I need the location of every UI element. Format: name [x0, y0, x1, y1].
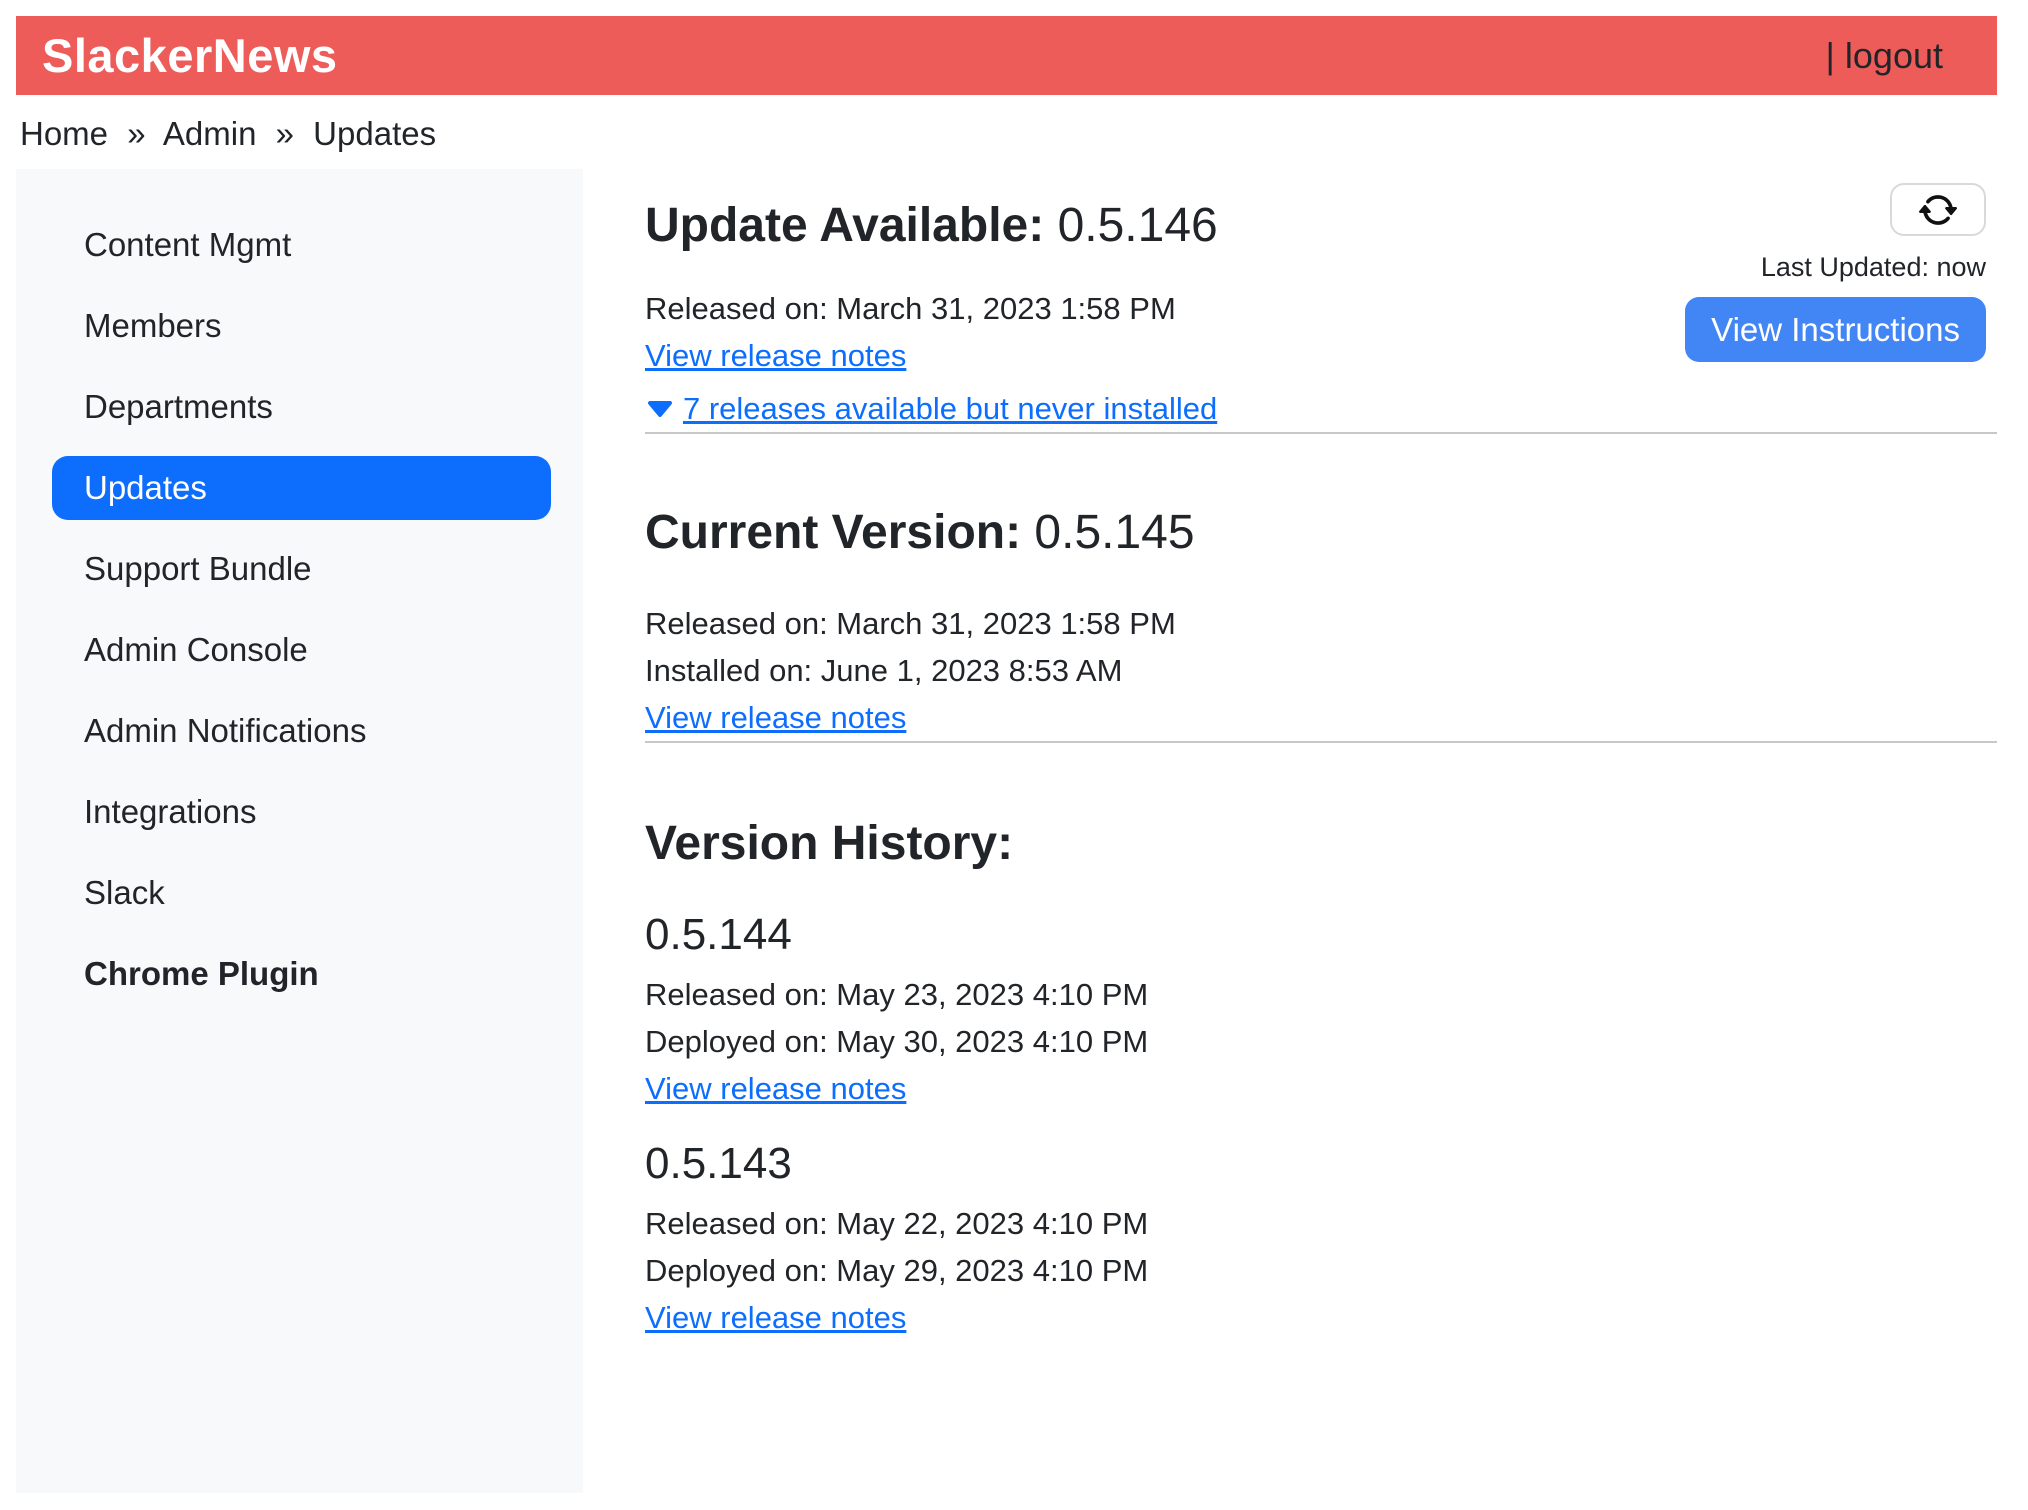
divider [645, 432, 1997, 434]
top-bar: SlackerNews | logout [16, 16, 1997, 95]
refresh-button[interactable] [1890, 183, 1986, 236]
current-version-number: 0.5.145 [1034, 506, 1194, 559]
logout-link[interactable]: | logout [1826, 35, 1943, 77]
history-released-on: Released on: May 23, 2023 4:10 PM [645, 971, 1997, 1018]
releases-toggle-link[interactable]: 7 releases available but never installed [683, 385, 1217, 432]
sidebar-item-updates[interactable]: Updates [52, 456, 551, 520]
current-installed-on: Installed on: June 1, 2023 8:53 AM [645, 647, 1997, 694]
brand-title[interactable]: SlackerNews [42, 28, 338, 83]
version-history-section: Version History: 0.5.144 Released on: Ma… [645, 815, 1997, 1381]
history-released-on: Released on: May 22, 2023 4:10 PM [645, 1200, 1997, 1247]
sidebar-item-admin-console[interactable]: Admin Console [52, 618, 551, 682]
update-available-info: Update Available: 0.5.146 Released on: M… [645, 197, 1218, 432]
update-available-version: 0.5.146 [1058, 199, 1218, 252]
breadcrumb-separator: » [276, 115, 294, 152]
sidebar-item-integrations[interactable]: Integrations [52, 780, 551, 844]
history-deployed-on: Deployed on: May 29, 2023 4:10 PM [645, 1247, 1997, 1294]
main-content: Update Available: 0.5.146 Released on: M… [645, 169, 1997, 1381]
history-deployed-on: Deployed on: May 30, 2023 4:10 PM [645, 1018, 1997, 1065]
page: SlackerNews | logout Home » Admin » Upda… [0, 0, 2028, 1493]
sidebar: Content Mgmt Members Departments Updates… [16, 169, 583, 1493]
update-tools: Last Updated: now View Instructions [1685, 183, 1997, 362]
sidebar-item-departments[interactable]: Departments [52, 375, 551, 439]
sidebar-item-chrome-plugin[interactable]: Chrome Plugin [52, 942, 551, 1006]
current-version-section: Current Version: 0.5.145 Released on: Ma… [645, 504, 1997, 741]
sidebar-item-admin-notifications[interactable]: Admin Notifications [52, 699, 551, 763]
update-released-on: Released on: March 31, 2023 1:58 PM [645, 285, 1218, 332]
divider [645, 741, 1997, 743]
history-version-number: 0.5.144 [645, 907, 1997, 963]
breadcrumb-home[interactable]: Home [20, 115, 108, 152]
sidebar-item-content-mgmt[interactable]: Content Mgmt [52, 213, 551, 277]
current-released-on: Released on: March 31, 2023 1:58 PM [645, 600, 1997, 647]
history-release-notes-link[interactable]: View release notes [645, 1071, 906, 1106]
last-updated-label: Last Updated: now [1761, 252, 1986, 283]
history-version-number: 0.5.143 [645, 1136, 1997, 1192]
breadcrumb-separator: » [127, 115, 145, 152]
chevron-down-icon[interactable] [645, 396, 675, 422]
update-release-notes-link[interactable]: View release notes [645, 338, 906, 373]
version-history-entry: 0.5.144 Released on: May 23, 2023 4:10 P… [645, 907, 1997, 1112]
breadcrumb: Home » Admin » Updates [20, 115, 1997, 153]
current-release-notes-link[interactable]: View release notes [645, 700, 906, 735]
version-history-heading: Version History: [645, 815, 1997, 873]
history-release-notes-link[interactable]: View release notes [645, 1300, 906, 1335]
update-available-heading: Update Available: 0.5.146 [645, 197, 1218, 255]
sidebar-item-members[interactable]: Members [52, 294, 551, 358]
breadcrumb-updates[interactable]: Updates [313, 115, 436, 152]
breadcrumb-admin[interactable]: Admin [163, 115, 257, 152]
sidebar-item-support-bundle[interactable]: Support Bundle [52, 537, 551, 601]
update-available-section: Update Available: 0.5.146 Released on: M… [645, 197, 1997, 432]
sidebar-item-slack[interactable]: Slack [52, 861, 551, 925]
refresh-icon [1919, 191, 1957, 229]
version-history-entry: 0.5.143 Released on: May 22, 2023 4:10 P… [645, 1136, 1997, 1341]
layout: Content Mgmt Members Departments Updates… [16, 169, 1997, 1493]
current-version-heading: Current Version: 0.5.145 [645, 504, 1997, 562]
view-instructions-button[interactable]: View Instructions [1685, 297, 1986, 362]
